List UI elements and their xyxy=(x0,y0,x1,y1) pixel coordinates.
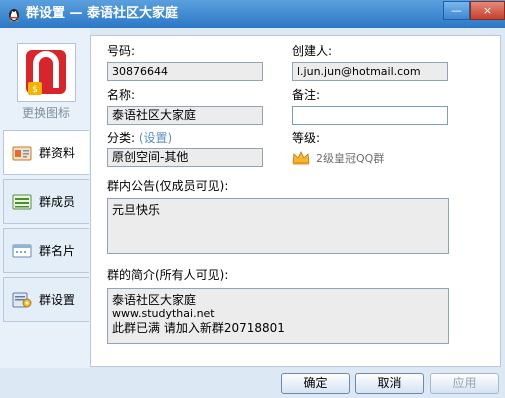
sidebar-item-card[interactable]: 群名片 xyxy=(3,228,89,273)
sidebar-item-members[interactable]: 群成员 xyxy=(3,179,89,224)
sidebar: $ 更换图标 群资料 群成员 群名片 群设置 xyxy=(0,28,90,368)
qq-penguin-icon xyxy=(9,9,19,22)
name-field[interactable]: 泰语社区大家庭 xyxy=(107,106,263,125)
title-bar[interactable]: 群设置 — 泰语社区大家庭 — × xyxy=(0,0,505,28)
category-label: 分类: xyxy=(107,131,136,145)
notice-textarea[interactable]: 元旦快乐 xyxy=(107,198,449,254)
intro-line: www.studythai.net xyxy=(112,307,215,320)
remark-input[interactable] xyxy=(292,106,448,125)
intro-line: 泰语社区大家庭 xyxy=(112,293,197,307)
members-icon xyxy=(12,194,32,210)
group-info-icon xyxy=(12,146,32,161)
sidebar-item-settings[interactable]: 群设置 xyxy=(3,277,89,322)
name-label: 名称: xyxy=(107,88,136,102)
creator-field: l.jun.jun@hotmail.com xyxy=(292,62,448,81)
sidebar-item-group-info[interactable]: 群资料 xyxy=(3,130,89,175)
level-value: 2级皇冠QQ群 xyxy=(316,152,385,165)
window-title: 群设置 — 泰语社区大家庭 xyxy=(26,6,179,21)
creator-label: 创建人: xyxy=(292,44,333,58)
intro-textarea[interactable]: 泰语社区大家庭 www.studythai.net 此群已满 请加入新群2071… xyxy=(107,288,449,344)
category-label-row: 分类: (设置) xyxy=(107,130,172,146)
intro-label: 群的简介(所有人可见): xyxy=(107,268,229,282)
notice-label: 群内公告(仅成员可见): xyxy=(107,179,229,193)
cancel-button[interactable]: 取消 xyxy=(355,373,424,394)
remark-label: 备注: xyxy=(292,88,321,102)
group-settings-window: 群设置 — 泰语社区大家庭 — × $ 更换图标 群资料 群成员 群名片 群设置… xyxy=(0,0,505,398)
change-icon-link[interactable]: 更换图标 xyxy=(8,104,84,121)
apply-button[interactable]: 应用 xyxy=(430,373,499,394)
intro-line: 此群已满 请加入新群20718801 xyxy=(112,321,285,335)
notice-line: 元旦快乐 xyxy=(112,203,161,217)
ok-button[interactable]: 确定 xyxy=(281,373,350,394)
group-avatar[interactable]: $ xyxy=(17,43,76,102)
sidebar-item-label: 群名片 xyxy=(39,244,76,258)
svg-text:$: $ xyxy=(32,85,38,95)
level-label: 等级: xyxy=(292,131,321,145)
button-bar: 确定 取消 应用 xyxy=(0,368,505,398)
crown-icon xyxy=(292,151,310,165)
minimize-button[interactable]: — xyxy=(443,1,470,20)
close-button[interactable]: × xyxy=(470,1,505,20)
settings-icon xyxy=(12,292,32,308)
category-field[interactable]: 原创空间-其他 xyxy=(107,148,263,167)
card-icon xyxy=(12,244,32,258)
id-label: 号码: xyxy=(107,44,136,58)
category-settings-link[interactable]: (设置) xyxy=(139,131,172,145)
group-logo-icon: $ xyxy=(26,50,66,95)
id-field: 30876644 xyxy=(107,62,263,81)
sidebar-item-label: 群设置 xyxy=(39,293,76,307)
sidebar-item-label: 群成员 xyxy=(39,195,76,209)
sidebar-item-label: 群资料 xyxy=(39,146,76,160)
